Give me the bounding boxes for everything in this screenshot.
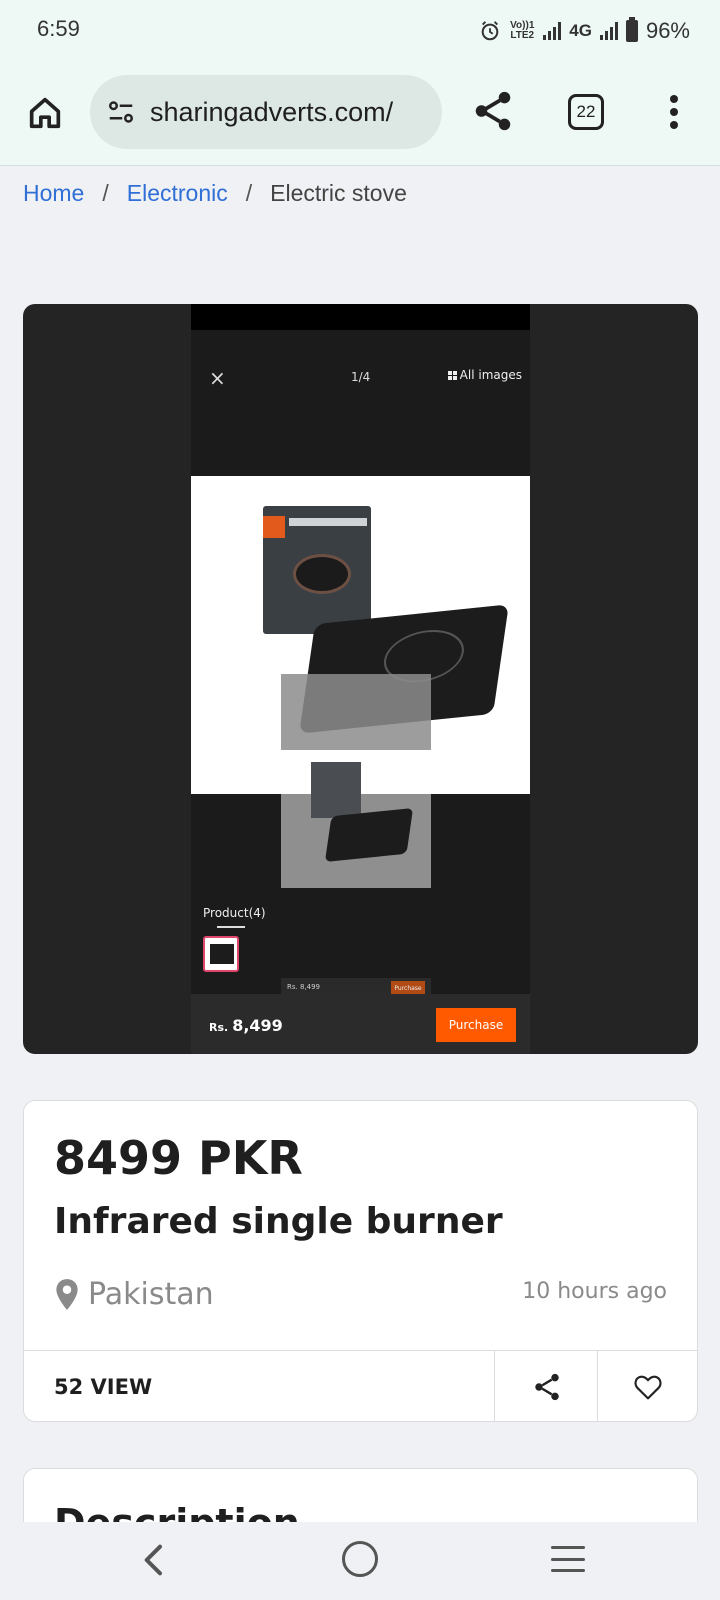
share-icon[interactable]	[531, 1371, 563, 1403]
breadcrumb-separator: /	[245, 180, 253, 206]
home-nav-icon[interactable]	[342, 1541, 378, 1577]
embedded-price: Rs. 8,499	[209, 1016, 283, 1035]
selected-thumbnail	[203, 936, 239, 972]
location-pin-icon	[56, 1278, 78, 1310]
all-images-label: All images	[447, 368, 522, 382]
home-icon	[29, 97, 61, 129]
divider	[597, 1351, 598, 1422]
recents-icon[interactable]	[551, 1546, 585, 1572]
status-icons: Vo))1 LTE2 4G 96%	[479, 14, 690, 48]
listing-location: Pakistan	[54, 1277, 214, 1312]
breadcrumb-current: Electric stove	[270, 180, 407, 206]
network-type: 4G	[569, 21, 592, 40]
product-image[interactable]: × 1/4 All images Product(4) Rs. 8,499 Pu…	[23, 304, 698, 1054]
listing-card: 8499 PKR Infrared single burner Pakistan…	[23, 1100, 698, 1422]
listing-price: 8499 PKR	[54, 1131, 303, 1185]
url-bar[interactable]: sharingadverts.com/	[90, 75, 442, 149]
thumbnail-preview	[281, 762, 431, 888]
product-photo	[191, 476, 530, 794]
signal-icon-2	[599, 22, 618, 40]
purchase-button: Purchase	[436, 1008, 516, 1042]
favorite-heart-icon[interactable]	[632, 1371, 664, 1403]
overlay-shade	[281, 674, 431, 750]
embedded-screenshot: × 1/4 All images Product(4) Rs. 8,499 Pu…	[191, 304, 530, 1054]
status-time: 6:59	[37, 16, 80, 41]
mini-price: Rs. 8,499	[287, 983, 321, 991]
breadcrumb-electronic[interactable]: Electronic	[127, 180, 228, 207]
breadcrumb-home[interactable]: Home	[23, 180, 84, 207]
divider	[494, 1351, 495, 1422]
tabs-button[interactable]: 22	[568, 94, 604, 130]
battery-percent: 96%	[645, 18, 690, 43]
price-amount: 8,499	[232, 1016, 283, 1035]
signal-icon	[543, 22, 562, 40]
share-icon[interactable]	[470, 88, 516, 134]
home-button[interactable]	[22, 90, 68, 136]
volte-indicator: Vo))1 LTE2	[510, 20, 535, 41]
product-box	[263, 506, 371, 634]
breadcrumb-separator: /	[102, 180, 109, 206]
url-text[interactable]: sharingadverts.com/	[150, 97, 393, 128]
grid-icon	[447, 370, 457, 380]
site-settings-icon[interactable]	[106, 97, 136, 127]
navigation-bar	[0, 1522, 720, 1600]
tab-underline	[217, 926, 245, 928]
location-text: Pakistan	[88, 1277, 214, 1312]
back-icon[interactable]	[135, 1540, 175, 1580]
close-icon: ×	[209, 366, 226, 390]
view-count: 52 VIEW	[54, 1375, 153, 1399]
more-menu-icon[interactable]	[662, 92, 686, 132]
alarm-icon	[481, 21, 499, 41]
breadcrumb: Home / Electronic / Electric stove	[23, 180, 407, 207]
embedded-bottom-bar: Rs. 8,499 Purchase	[191, 994, 530, 1054]
battery-icon	[625, 17, 638, 42]
status-bar: 6:59 Vo))1 LTE2 4G 96%	[0, 0, 720, 62]
posted-time: 10 hours ago	[522, 1279, 667, 1304]
listing-title: Infrared single burner	[54, 1201, 503, 1242]
browser-toolbar: sharingadverts.com/ 22	[0, 62, 720, 166]
embedded-top-bar	[191, 304, 530, 330]
image-counter: 1/4	[351, 370, 371, 384]
product-count: Product(4)	[203, 906, 266, 920]
mini-purchase: Purchase	[391, 981, 425, 995]
all-images-text: All images	[459, 368, 522, 382]
price-currency: Rs.	[209, 1021, 229, 1034]
